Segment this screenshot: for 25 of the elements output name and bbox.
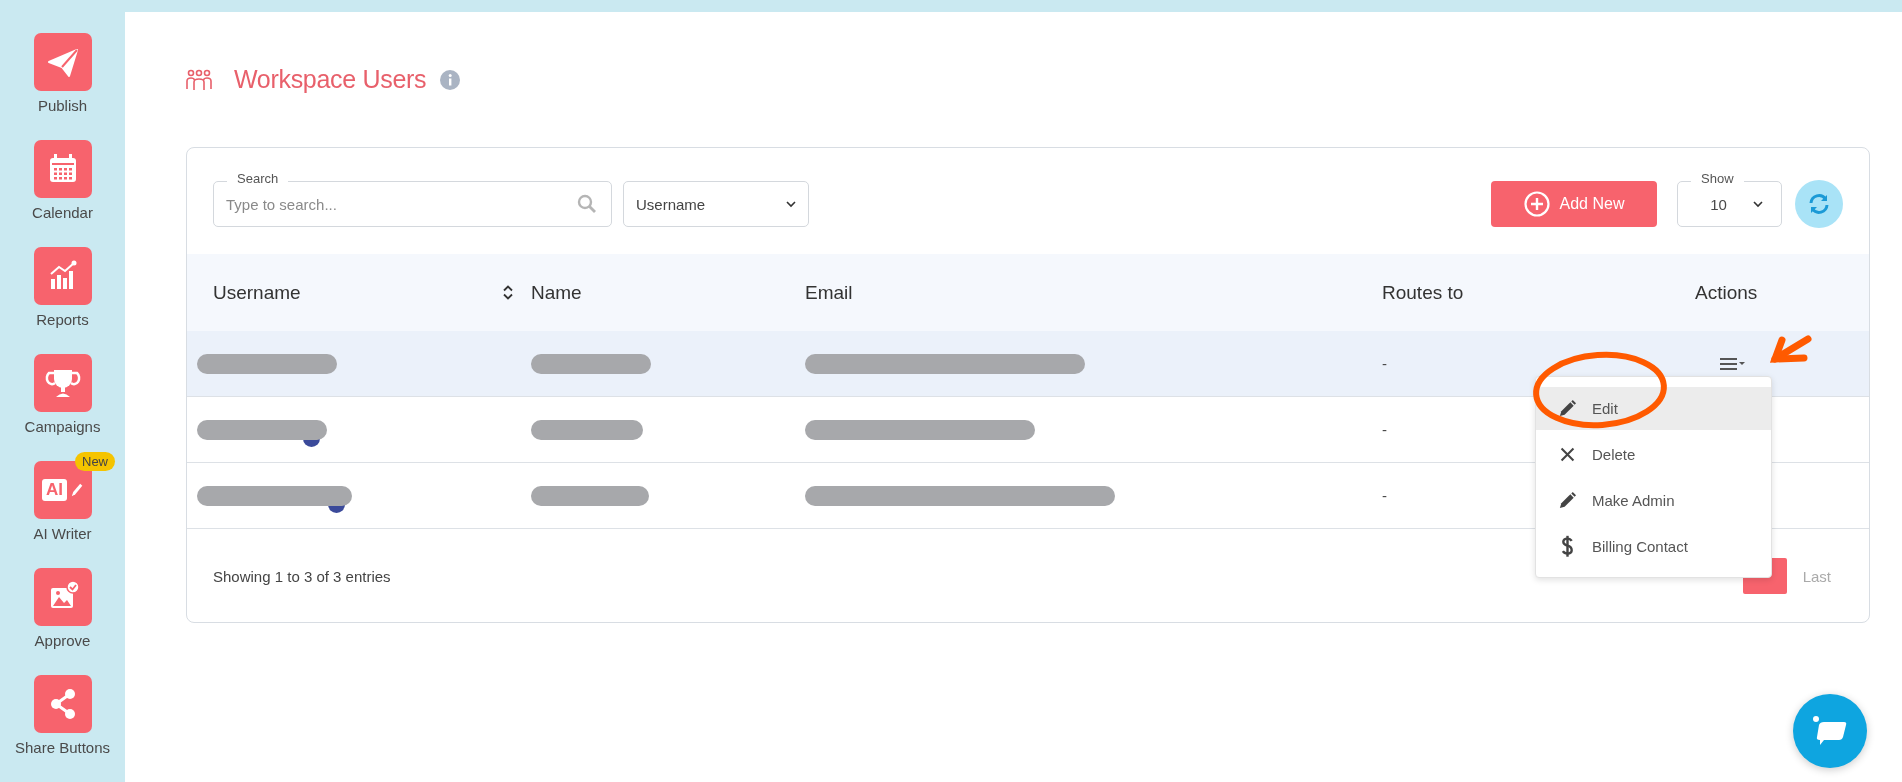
menu-item[interactable]: Make Admin xyxy=(1536,479,1771,522)
page-title: Workspace Users xyxy=(234,65,427,94)
sidebar-link[interactable]: Reports xyxy=(36,311,89,328)
table-cell: - xyxy=(1382,355,1387,372)
column-header[interactable]: Username xyxy=(213,281,301,304)
menu-item[interactable]: Billing Contact xyxy=(1536,525,1771,568)
sidebar-link[interactable]: Approve xyxy=(34,632,91,649)
column-header: Name xyxy=(531,281,582,304)
menu-item[interactable]: Edit xyxy=(1536,387,1771,430)
column-header: Actions xyxy=(1695,281,1758,304)
sidebar-link[interactable]: Share Buttons xyxy=(14,739,111,756)
menu-item[interactable]: Delete xyxy=(1536,433,1771,476)
column-header: Routes to xyxy=(1382,281,1464,304)
sidebar-link[interactable]: Publish xyxy=(37,97,88,114)
ai-logo-text: AI xyxy=(42,479,67,501)
filter-select[interactable]: Username xyxy=(623,181,809,227)
sidebar-link[interactable]: Campaigns xyxy=(24,418,101,435)
table-cell: - xyxy=(1382,487,1387,504)
sidebar-link[interactable]: Calendar xyxy=(32,204,93,221)
table-cell: - xyxy=(1382,421,1387,438)
entries-info: Showing 1 to 3 of 3 entries xyxy=(213,567,391,585)
new-badge: New xyxy=(75,452,115,471)
sidebar-link[interactable]: AI Writer xyxy=(33,525,92,542)
search-input[interactable]: Type to search... xyxy=(214,195,568,213)
column-header: Email xyxy=(805,281,853,304)
